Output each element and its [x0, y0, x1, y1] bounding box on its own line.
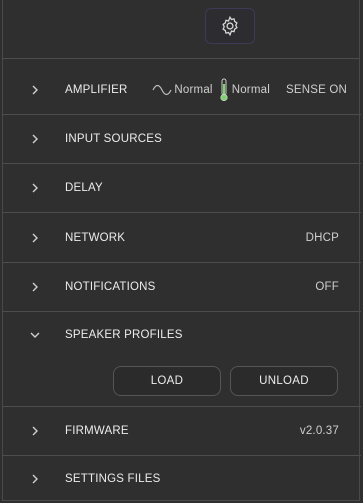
section-amplifier[interactable]: AMPLIFIER Normal Normal SENSE ON	[3, 66, 361, 115]
section-delay[interactable]: DELAY	[3, 164, 361, 213]
section-settings-files[interactable]: SETTINGS FILES	[3, 456, 361, 501]
chevron-right-icon	[32, 426, 38, 436]
chevron-right-icon	[32, 474, 38, 483]
load-button[interactable]: LOAD	[113, 366, 221, 396]
speaker-profiles-content: LOAD UNLOAD	[3, 357, 361, 407]
settings-button[interactable]	[205, 8, 255, 44]
section-notifications[interactable]: NOTIFICATIONS OFF	[3, 263, 361, 312]
notifications-value: OFF	[315, 281, 339, 293]
signal-status: Normal	[174, 84, 213, 96]
panel-header	[3, 0, 359, 59]
section-label: AMPLIFIER	[65, 84, 128, 96]
chevron-right-icon	[32, 282, 38, 292]
chevron-down-icon	[30, 332, 40, 338]
firmware-version: v2.0.37	[299, 425, 339, 437]
sine-wave-icon	[152, 84, 172, 96]
chevron-right-icon	[32, 233, 38, 243]
network-value: DHCP	[305, 232, 339, 244]
section-network[interactable]: NETWORK DHCP	[3, 214, 361, 263]
section-label: SETTINGS FILES	[65, 472, 161, 485]
section-firmware[interactable]: FIRMWARE v2.0.37	[3, 407, 361, 456]
section-label: SPEAKER PROFILES	[65, 328, 183, 341]
section-label: NOTIFICATIONS	[65, 281, 156, 293]
chevron-right-icon	[32, 134, 38, 144]
amplifier-status: Normal Normal SENSE ON	[152, 78, 347, 102]
gear-icon	[222, 15, 238, 37]
section-speaker-profiles[interactable]: SPEAKER PROFILES	[3, 312, 361, 357]
section-label: NETWORK	[65, 232, 126, 244]
chevron-right-icon	[32, 85, 38, 95]
temperature-status: Normal	[231, 84, 270, 96]
section-label: DELAY	[65, 182, 103, 194]
chevron-right-icon	[32, 183, 38, 193]
settings-panel: AMPLIFIER Normal Normal SENSE ON INPUT S…	[2, 0, 361, 501]
sense-status: SENSE ON	[285, 84, 347, 96]
unload-button[interactable]: UNLOAD	[230, 366, 338, 396]
section-label: FIRMWARE	[65, 425, 129, 437]
section-input-sources[interactable]: INPUT SOURCES	[3, 115, 361, 164]
thermometer-icon	[220, 78, 228, 102]
section-label: INPUT SOURCES	[65, 133, 162, 145]
